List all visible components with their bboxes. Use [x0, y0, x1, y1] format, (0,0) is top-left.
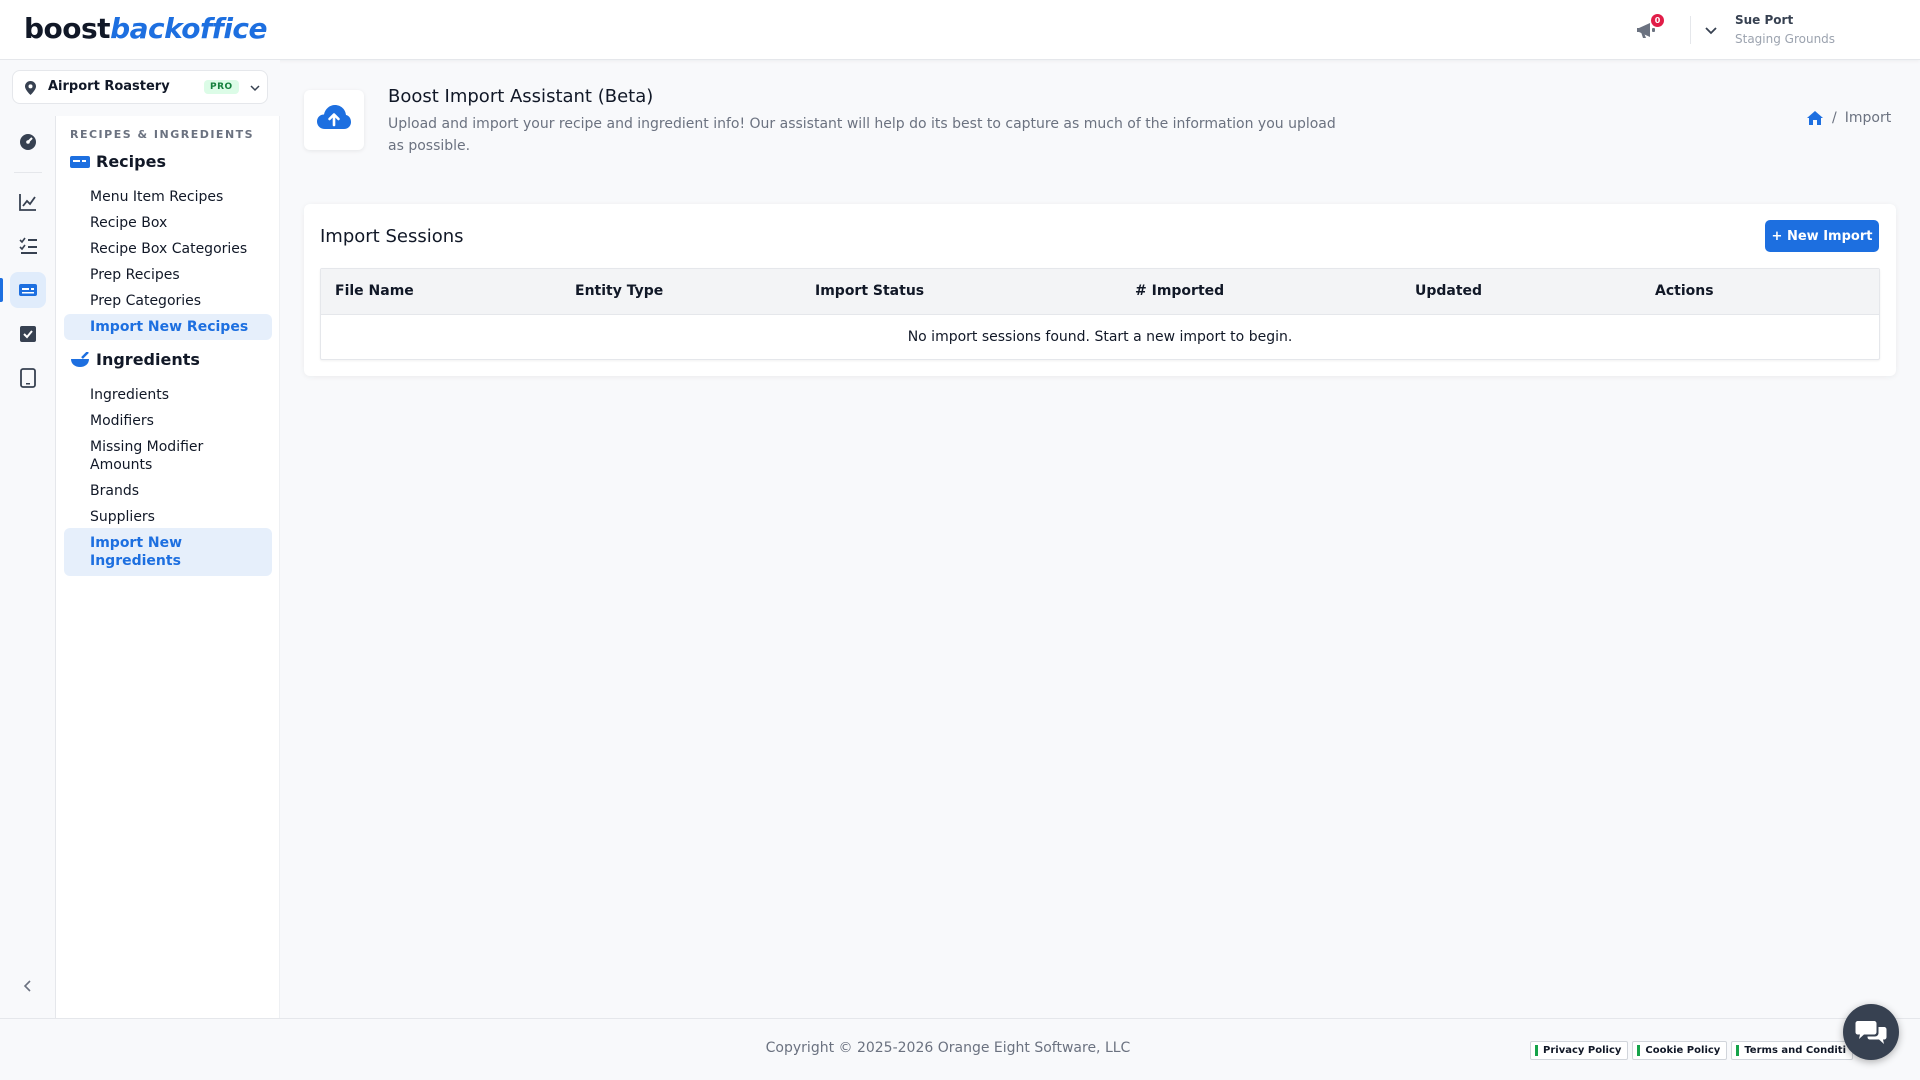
icon-rail: [0, 116, 56, 1018]
location-name: Airport Roastery: [48, 79, 170, 94]
privacy-policy-link[interactable]: Privacy Policy: [1530, 1041, 1629, 1060]
nav-modifiers[interactable]: Modifiers: [64, 408, 272, 434]
location-selector[interactable]: Airport Roastery PRO: [12, 70, 268, 104]
chart-line-icon[interactable]: [10, 184, 46, 220]
map-pin-icon: [25, 81, 36, 95]
nav-ingredients[interactable]: Ingredients: [64, 382, 272, 408]
recipe-card-icon: [70, 155, 90, 168]
column-header[interactable]: # Imported: [1135, 283, 1224, 299]
nav-import-new-recipes[interactable]: Import New Recipes: [64, 314, 272, 340]
boost-backoffice-logo[interactable]: boostbackoffice: [24, 12, 268, 45]
dashboard-icon[interactable]: [10, 124, 46, 160]
top-header: boostbackoffice 0 Sue Port Staging Groun…: [0, 0, 1920, 60]
notification-badge: 0: [1651, 14, 1664, 27]
empty-state-message: No import sessions found. Start a new im…: [907, 329, 1293, 345]
user-org: Staging Grounds: [1735, 32, 1836, 46]
nav-missing-modifier-amounts[interactable]: Missing Modifier Amounts: [64, 434, 272, 478]
nav-prep-categories[interactable]: Prep Categories: [64, 288, 272, 314]
import-sessions-card: Import Sessions + New Import File Name E…: [304, 204, 1896, 376]
nav-prep-recipes[interactable]: Prep Recipes: [64, 262, 272, 288]
megaphone-icon[interactable]: 0: [1636, 14, 1664, 42]
location-area: Airport Roastery PRO: [0, 60, 280, 116]
tablet-icon[interactable]: [10, 360, 46, 396]
policy-links: Privacy Policy Cookie Policy Terms and C…: [1530, 1041, 1854, 1060]
import-sessions-table: File Name Entity Type Import Status # Im…: [320, 268, 1880, 360]
new-import-button[interactable]: + New Import: [1765, 220, 1879, 252]
table-header: File Name Entity Type Import Status # Im…: [321, 269, 1879, 315]
sub-sidebar: RECIPES & INGREDIENTS Recipes Menu Item …: [56, 116, 280, 1018]
breadcrumb-separator: /: [1832, 110, 1837, 126]
nav-recipe-box[interactable]: Recipe Box: [64, 210, 272, 236]
collapse-chevron-left-icon[interactable]: [20, 978, 36, 994]
checkbox-icon[interactable]: [10, 316, 46, 352]
mortar-pestle-icon: [71, 351, 89, 367]
user-name[interactable]: Sue Port: [1735, 13, 1793, 27]
chat-button[interactable]: [1843, 1004, 1899, 1060]
card-title: Import Sessions: [320, 226, 464, 247]
chat-bubbles-icon: [1855, 1021, 1887, 1044]
nav-menu-item-recipes[interactable]: Menu Item Recipes: [64, 184, 272, 210]
page-icon-box: [304, 90, 364, 150]
column-header[interactable]: Entity Type: [575, 283, 663, 299]
recipes-group-title: Recipes: [70, 152, 166, 171]
column-header[interactable]: File Name: [335, 283, 414, 299]
home-icon[interactable]: [1806, 110, 1824, 126]
breadcrumb-current: Import: [1844, 110, 1892, 126]
cloud-upload-icon: [317, 105, 351, 129]
column-header[interactable]: Import Status: [815, 283, 924, 299]
terms-link[interactable]: Terms and Conditi: [1731, 1041, 1854, 1060]
ingredients-group-title: Ingredients: [70, 350, 200, 369]
recipe-card-icon[interactable]: [0, 272, 46, 308]
breadcrumb: / Import: [1806, 110, 1891, 126]
page-title: Boost Import Assistant (Beta): [388, 86, 654, 107]
footer: Copyright © 2025-2026 Orange Eight Softw…: [0, 1018, 1920, 1080]
rail-divider: [14, 172, 42, 173]
page-description: Upload and import your recipe and ingred…: [388, 116, 1336, 154]
pro-badge: PRO: [204, 80, 239, 94]
chevron-down-icon[interactable]: [1703, 22, 1719, 38]
cookie-policy-link[interactable]: Cookie Policy: [1632, 1041, 1728, 1060]
column-header: Actions: [1655, 283, 1714, 299]
chevron-down-icon: [250, 85, 260, 92]
nav-brands[interactable]: Brands: [64, 478, 272, 504]
task-list-icon[interactable]: [10, 228, 46, 264]
section-label: RECIPES & INGREDIENTS: [70, 128, 255, 141]
nav-suppliers[interactable]: Suppliers: [64, 504, 272, 530]
nav-recipe-box-categories[interactable]: Recipe Box Categories: [64, 236, 272, 262]
nav-import-new-ingredients[interactable]: Import New Ingredients: [64, 528, 272, 576]
header-divider: [1690, 16, 1691, 44]
column-header[interactable]: Updated: [1415, 283, 1482, 299]
